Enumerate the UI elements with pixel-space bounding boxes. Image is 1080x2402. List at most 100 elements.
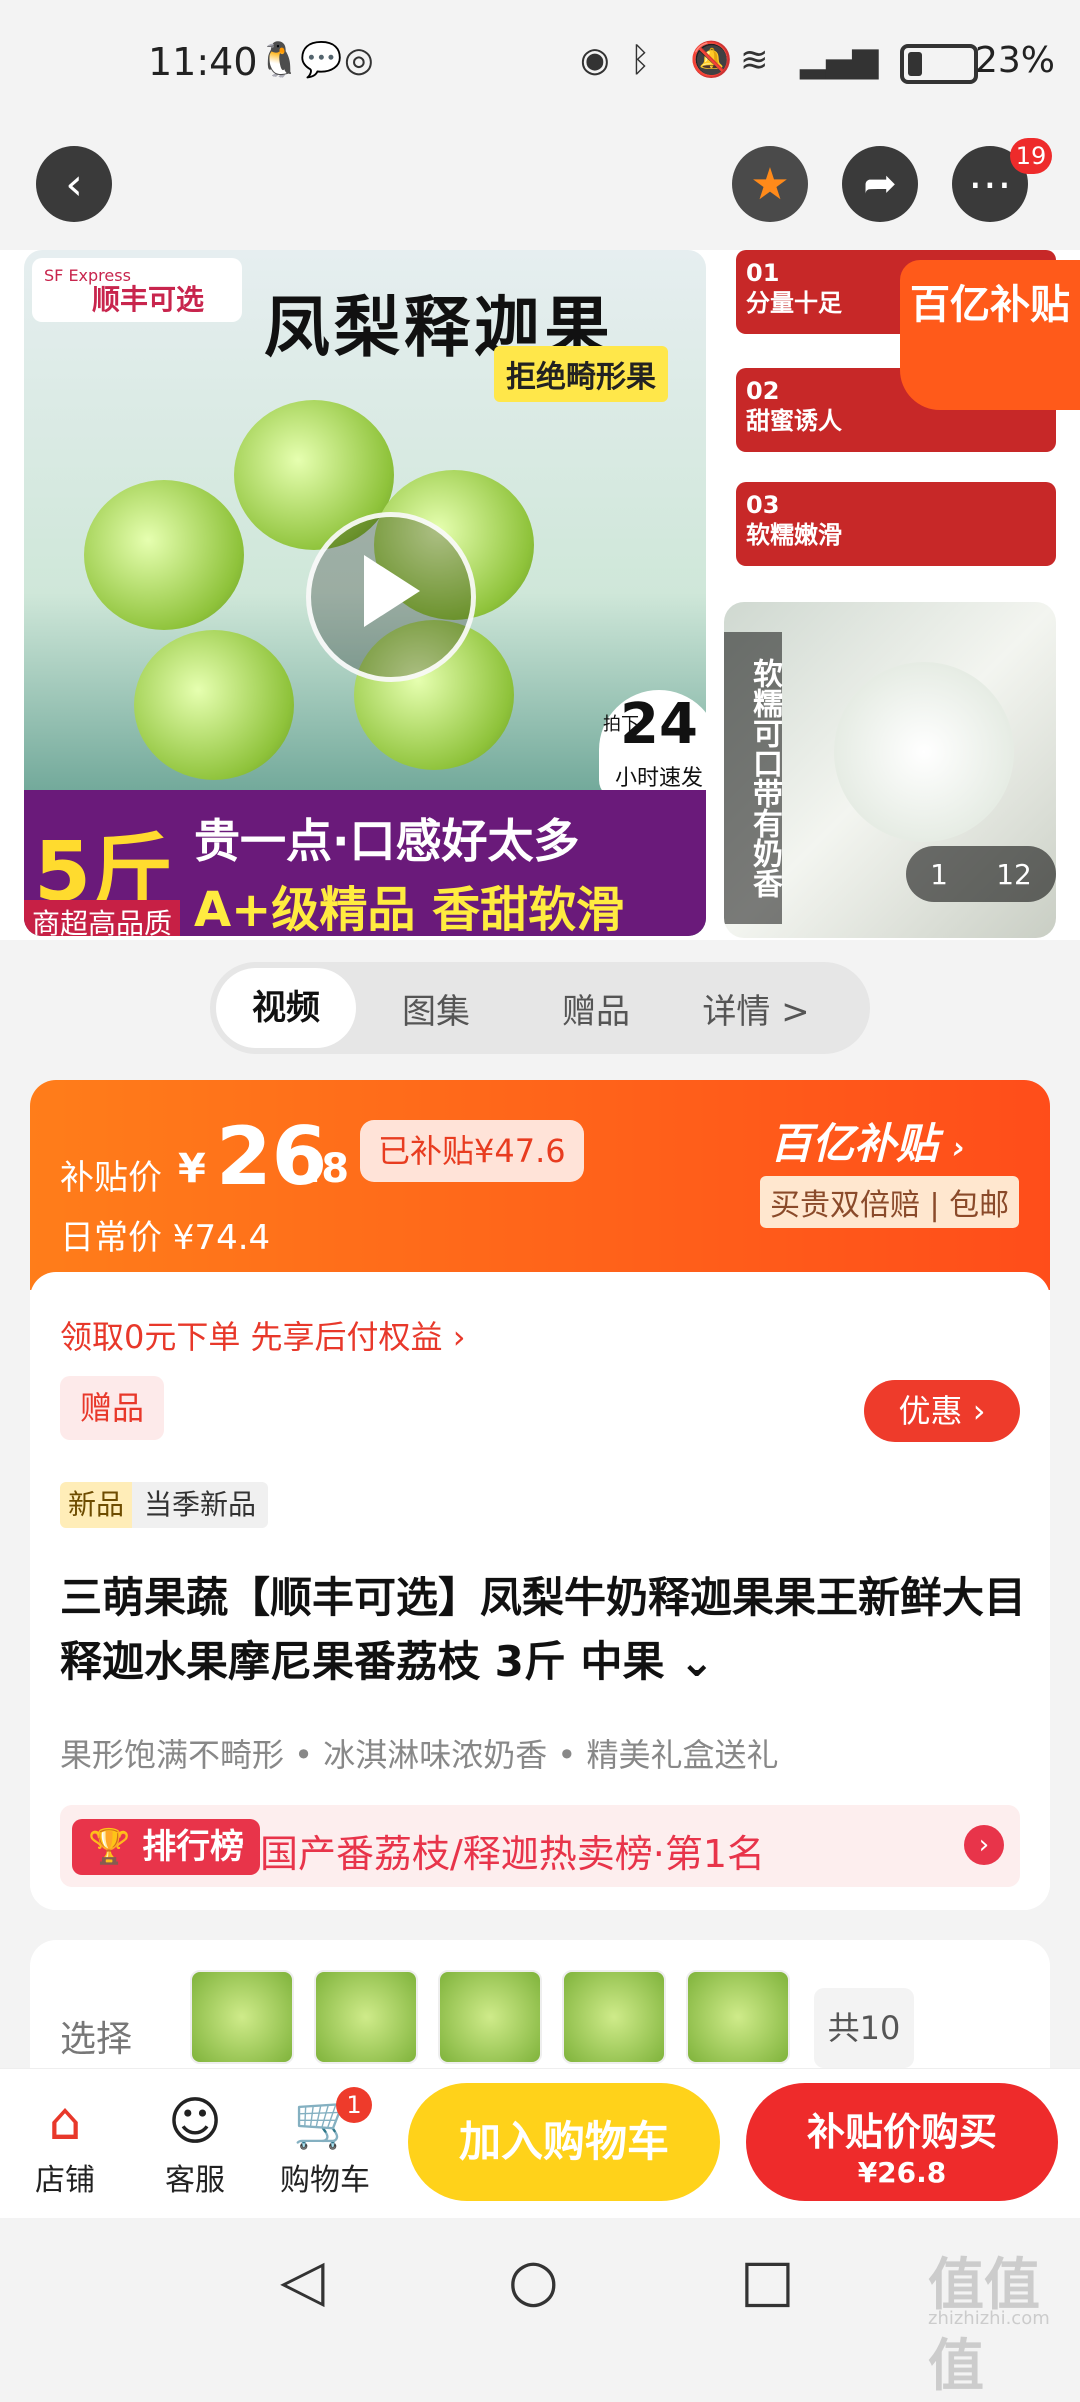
new-tag-a: 新品 — [60, 1482, 133, 1528]
image-subtitle: 拒绝畸形果 — [494, 346, 668, 402]
tab-gift[interactable]: 赠品 — [516, 984, 676, 1033]
price-yen: ¥ — [178, 1146, 206, 1192]
shop-button[interactable]: ⌂ 店铺 — [10, 2089, 120, 2199]
wechat-icon: 💬 — [300, 40, 343, 80]
notification-badge: 19 — [1010, 138, 1052, 174]
shop-icon: ⌂ — [48, 2092, 82, 2152]
gallery-counter: 1 12 — [906, 846, 1056, 902]
price-decimal: .8 — [306, 1146, 350, 1192]
ranking-badge-label: 排行榜 — [142, 1827, 245, 1867]
buy-line-1: 补贴价购买 — [806, 2110, 997, 2154]
battery-icon — [900, 44, 978, 84]
side-num: 02 — [746, 377, 780, 405]
tab-video[interactable]: 视频 — [216, 968, 356, 1048]
wifi-icon: ≋ — [740, 40, 769, 80]
side-num: 01 — [746, 259, 780, 287]
nav-recents-icon[interactable]: □ — [740, 2246, 795, 2314]
mute-icon: 🔕 — [690, 40, 733, 80]
new-product-tag: 新品 当季新品 — [60, 1482, 269, 1528]
side-text: 分量十足 — [746, 289, 842, 317]
qq-icon: 🐧 — [258, 40, 301, 80]
status-time: 11:40 — [148, 40, 258, 84]
more-icon: ⋯ — [968, 158, 1012, 210]
product-title[interactable]: 三萌果蔬【顺丰可选】凤梨牛奶释迦果果王新鲜大目释迦水果摩尼果番荔枝 3斤 中果 … — [60, 1566, 1030, 1694]
product-title-text: 三萌果蔬【顺丰可选】凤梨牛奶释迦果果王新鲜大目释迦水果摩尼果番荔枝 3斤 中果 — [60, 1573, 1027, 1686]
sf-brand-label: 顺丰可选 — [92, 283, 205, 316]
gift-tag[interactable]: 赠品 — [60, 1376, 164, 1440]
product-features: 果形饱满不畸形 • 冰淇淋味浓奶香 • 精美礼盒送礼 — [60, 1736, 779, 1774]
main-video-thumbnail[interactable]: SF Express 顺丰可选 凤梨释迦果 拒绝畸形果 拍下 24 小时速发 5… — [24, 250, 706, 936]
buy-line-2: ¥26.8 — [857, 2156, 947, 2189]
fruit-graphic — [134, 630, 294, 780]
ranking-badge: 🏆 排行榜 — [72, 1819, 261, 1875]
cart-count-badge: 1 — [336, 2087, 372, 2123]
side-num: 03 — [746, 491, 780, 519]
bybt-title[interactable]: 百亿补贴 › — [770, 1110, 965, 1171]
chevron-right-icon: › — [952, 1131, 966, 1166]
side-text: 甜蜜诱人 — [746, 407, 842, 435]
variant-thumbnail[interactable] — [438, 1970, 542, 2064]
variant-thumbnail[interactable] — [686, 1970, 790, 2064]
sf-brand-tag: SF Express 顺丰可选 — [32, 258, 242, 322]
play-icon — [364, 555, 420, 627]
bottom-action-bar: ⌂ 店铺 ☺ 客服 🛒 购物车 1 加入购物车 补贴价购买 ¥26.8 — [0, 2068, 1080, 2219]
gallery-tabs: 视频 图集 赠品 详情 > — [210, 962, 870, 1054]
tab-gallery[interactable]: 图集 — [356, 984, 516, 1033]
favorite-button[interactable]: ★ — [732, 146, 808, 222]
signal-icon: ▂▄▆ — [800, 40, 879, 80]
watermark-text: zhizhizhi.com — [928, 2308, 1050, 2329]
star-icon: ★ — [750, 158, 790, 210]
buy-now-button[interactable]: 补贴价购买 ¥26.8 — [746, 2083, 1058, 2201]
product-gallery[interactable]: SF Express 顺丰可选 凤梨释迦果 拒绝畸形果 拍下 24 小时速发 5… — [0, 250, 1080, 940]
chat-icon: ☺ — [167, 2092, 223, 2152]
subsidy-badge: 已补贴¥47.6 — [360, 1120, 584, 1182]
side-text: 软糯嫩滑 — [746, 521, 842, 549]
chevron-right-icon: › — [972, 1392, 986, 1430]
tab-details[interactable]: 详情 > — [676, 984, 836, 1033]
bybt-corner-badge: 百亿补贴 — [900, 260, 1080, 410]
price-card: 补贴价 ¥ 26 .8 已补贴¥47.6 日常价 ¥74.4 百亿补贴 › 买贵… — [30, 1080, 1050, 1910]
vertical-caption: 软糯可口带有奶香 — [724, 632, 782, 924]
share-button[interactable]: ➦ — [842, 146, 918, 222]
status-bar: 11:40 🐧 💬 ◎ ◉ ᛒ 🔕 ≋ ▂▄▆ 23% — [0, 0, 1080, 130]
fruit-graphic — [84, 480, 244, 630]
pay-later-link[interactable]: 领取0元下单 先享后付权益 › — [60, 1312, 466, 1358]
service-label: 客服 — [165, 2163, 225, 2198]
battery-percent: 23% — [975, 40, 1056, 81]
badge-text: 小时速发 — [614, 766, 703, 791]
ranking-text: 国产番荔枝/释迦热卖榜·第1名 — [260, 1832, 766, 1876]
price-header: 补贴价 ¥ 26 .8 已补贴¥47.6 日常价 ¥74.4 百亿补贴 › 买贵… — [30, 1080, 1050, 1290]
chevron-left-icon: ‹ — [65, 158, 83, 210]
quality-label: 商超高品质 — [24, 900, 181, 936]
counter-total: 12 — [996, 857, 1032, 891]
slogan-line-1: 贵一点·口感好太多 — [194, 814, 580, 868]
chevron-down-icon: ⌄ — [679, 1637, 715, 1686]
shipping-badge: 拍下 24 小时速发 — [599, 690, 706, 800]
add-to-cart-button[interactable]: 加入购物车 — [408, 2083, 720, 2201]
variant-count[interactable]: 共10款 — [814, 1988, 914, 2127]
variant-thumbnail[interactable] — [314, 1970, 418, 2064]
back-button[interactable]: ‹ — [36, 146, 112, 222]
counter-current: 1 — [930, 857, 948, 891]
eye-icon: ◉ — [580, 40, 610, 80]
promo-label: 优惠 — [898, 1392, 963, 1430]
location-icon: ◎ — [344, 40, 374, 80]
variant-thumbnail[interactable] — [562, 1970, 666, 2064]
trophy-icon: 🏆 — [88, 1827, 131, 1867]
cart-label: 购物车 — [280, 2163, 370, 2198]
nav-home-icon[interactable]: ○ — [508, 2246, 559, 2314]
price-label: 补贴价 — [60, 1158, 162, 1198]
service-button[interactable]: ☺ 客服 — [140, 2089, 250, 2199]
side-feature-3[interactable]: 03 软糯嫩滑 — [736, 482, 1056, 566]
badge-top: 拍下 — [603, 714, 639, 735]
share-icon: ➦ — [863, 161, 897, 207]
new-tag-b: 当季新品 — [132, 1482, 269, 1528]
variant-thumbnail[interactable] — [190, 1970, 294, 2064]
fruit-flesh-graphic — [834, 662, 1014, 842]
promo-button[interactable]: 优惠 › — [864, 1380, 1020, 1442]
ranking-bar[interactable]: 🏆 排行榜 国产番荔枝/释迦热卖榜·第1名 › — [60, 1805, 1020, 1887]
system-nav-bar: ◁ ○ □ — [0, 2218, 1080, 2340]
select-label: 选择 — [60, 2019, 133, 2060]
nav-back-icon[interactable]: ◁ — [280, 2246, 325, 2314]
slogan-line-2: A+级精品 香甜软滑 — [194, 882, 625, 936]
